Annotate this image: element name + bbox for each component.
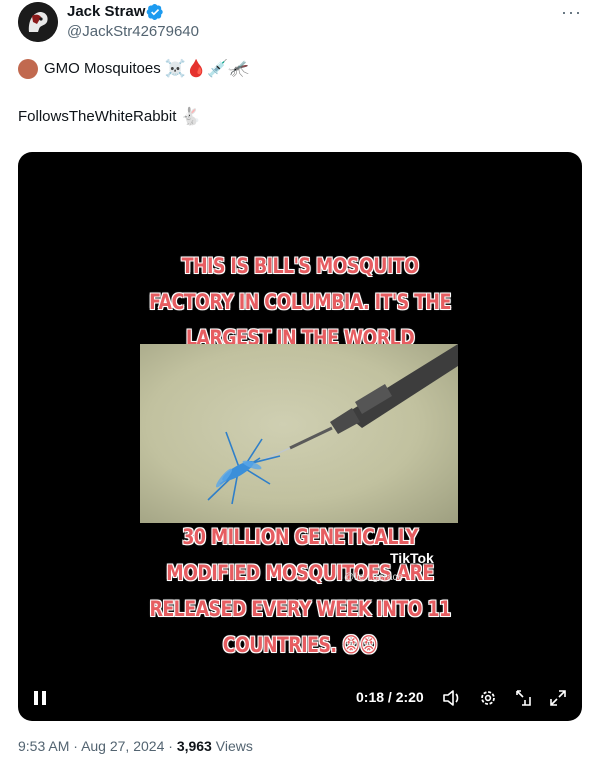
tweet-time[interactable]: 9:53 AM: [18, 738, 69, 754]
fullscreen-icon[interactable]: [548, 688, 568, 708]
tiktok-watermark: TikTok: [390, 550, 434, 566]
video-controls: 0:18 / 2:20: [18, 680, 582, 716]
video-player[interactable]: THIS IS BILL'S MOSQUITO FACTORY IN COLUM…: [18, 152, 582, 721]
meta-separator: ·: [73, 738, 78, 754]
tweet-hashtag-text: FollowsTheWhiteRabbit: [18, 108, 177, 125]
tweet-emojis: ☠️🩸💉🦟: [164, 59, 250, 79]
picture-in-picture-icon[interactable]: [514, 688, 534, 708]
rabbit-emoji: 🐇: [180, 107, 202, 127]
views-count: 3,963: [176, 738, 212, 754]
caption-line: THIS IS BILL'S MOSQUITO: [181, 255, 419, 279]
avatar[interactable]: [18, 2, 58, 42]
pause-icon[interactable]: [32, 690, 48, 706]
tweet-text: GMO Mosquitoes: [44, 60, 161, 77]
caption-line: RELEASED EVERY WEEK INTO 11: [149, 598, 451, 622]
brown-circle-emoji: [18, 59, 38, 79]
tweet-header: Jack Straw @JackStr42679640 ···: [0, 0, 596, 50]
avatar-image: [18, 2, 58, 42]
video-caption-top: THIS IS BILL'S MOSQUITO FACTORY IN COLUM…: [18, 249, 582, 357]
author-handle[interactable]: @JackStr42679640: [67, 23, 199, 40]
tiktok-username: @lie...gerace: [344, 572, 404, 583]
settings-gear-icon[interactable]: [478, 688, 498, 708]
more-options-icon[interactable]: ···: [561, 2, 582, 23]
video-frame: [140, 344, 458, 523]
meta-separator: ·: [168, 738, 173, 754]
tweet-text-line-2: FollowsTheWhiteRabbit 🐇: [18, 106, 202, 128]
tweet-text-line-1: GMO Mosquitoes ☠️🩸💉🦟: [18, 58, 249, 80]
mosquito-syringe-illustration: [207, 344, 458, 505]
views-label: Views: [215, 738, 253, 754]
caption-line: MODIFIED MOSQUITOES ARE: [166, 562, 434, 586]
tweet-date[interactable]: Aug 27, 2024: [81, 738, 164, 754]
volume-icon[interactable]: [442, 688, 462, 708]
caption-line: 30 MILLION GENETICALLY: [182, 526, 418, 550]
author-name[interactable]: Jack Straw: [67, 3, 145, 20]
caption-line: FACTORY IN COLUMBIA. IT'S THE: [149, 291, 451, 315]
video-caption-bottom: 30 MILLION GENETICALLY MODIFIED MOSQUITO…: [18, 520, 582, 664]
verified-badge-icon: [146, 3, 163, 21]
video-time: 0:18 / 2:20: [356, 689, 424, 705]
caption-line: COUNTRIES. 😡😡: [222, 634, 378, 658]
tweet-meta: 9:53 AM · Aug 27, 2024 · 3,963 Views: [18, 738, 253, 754]
